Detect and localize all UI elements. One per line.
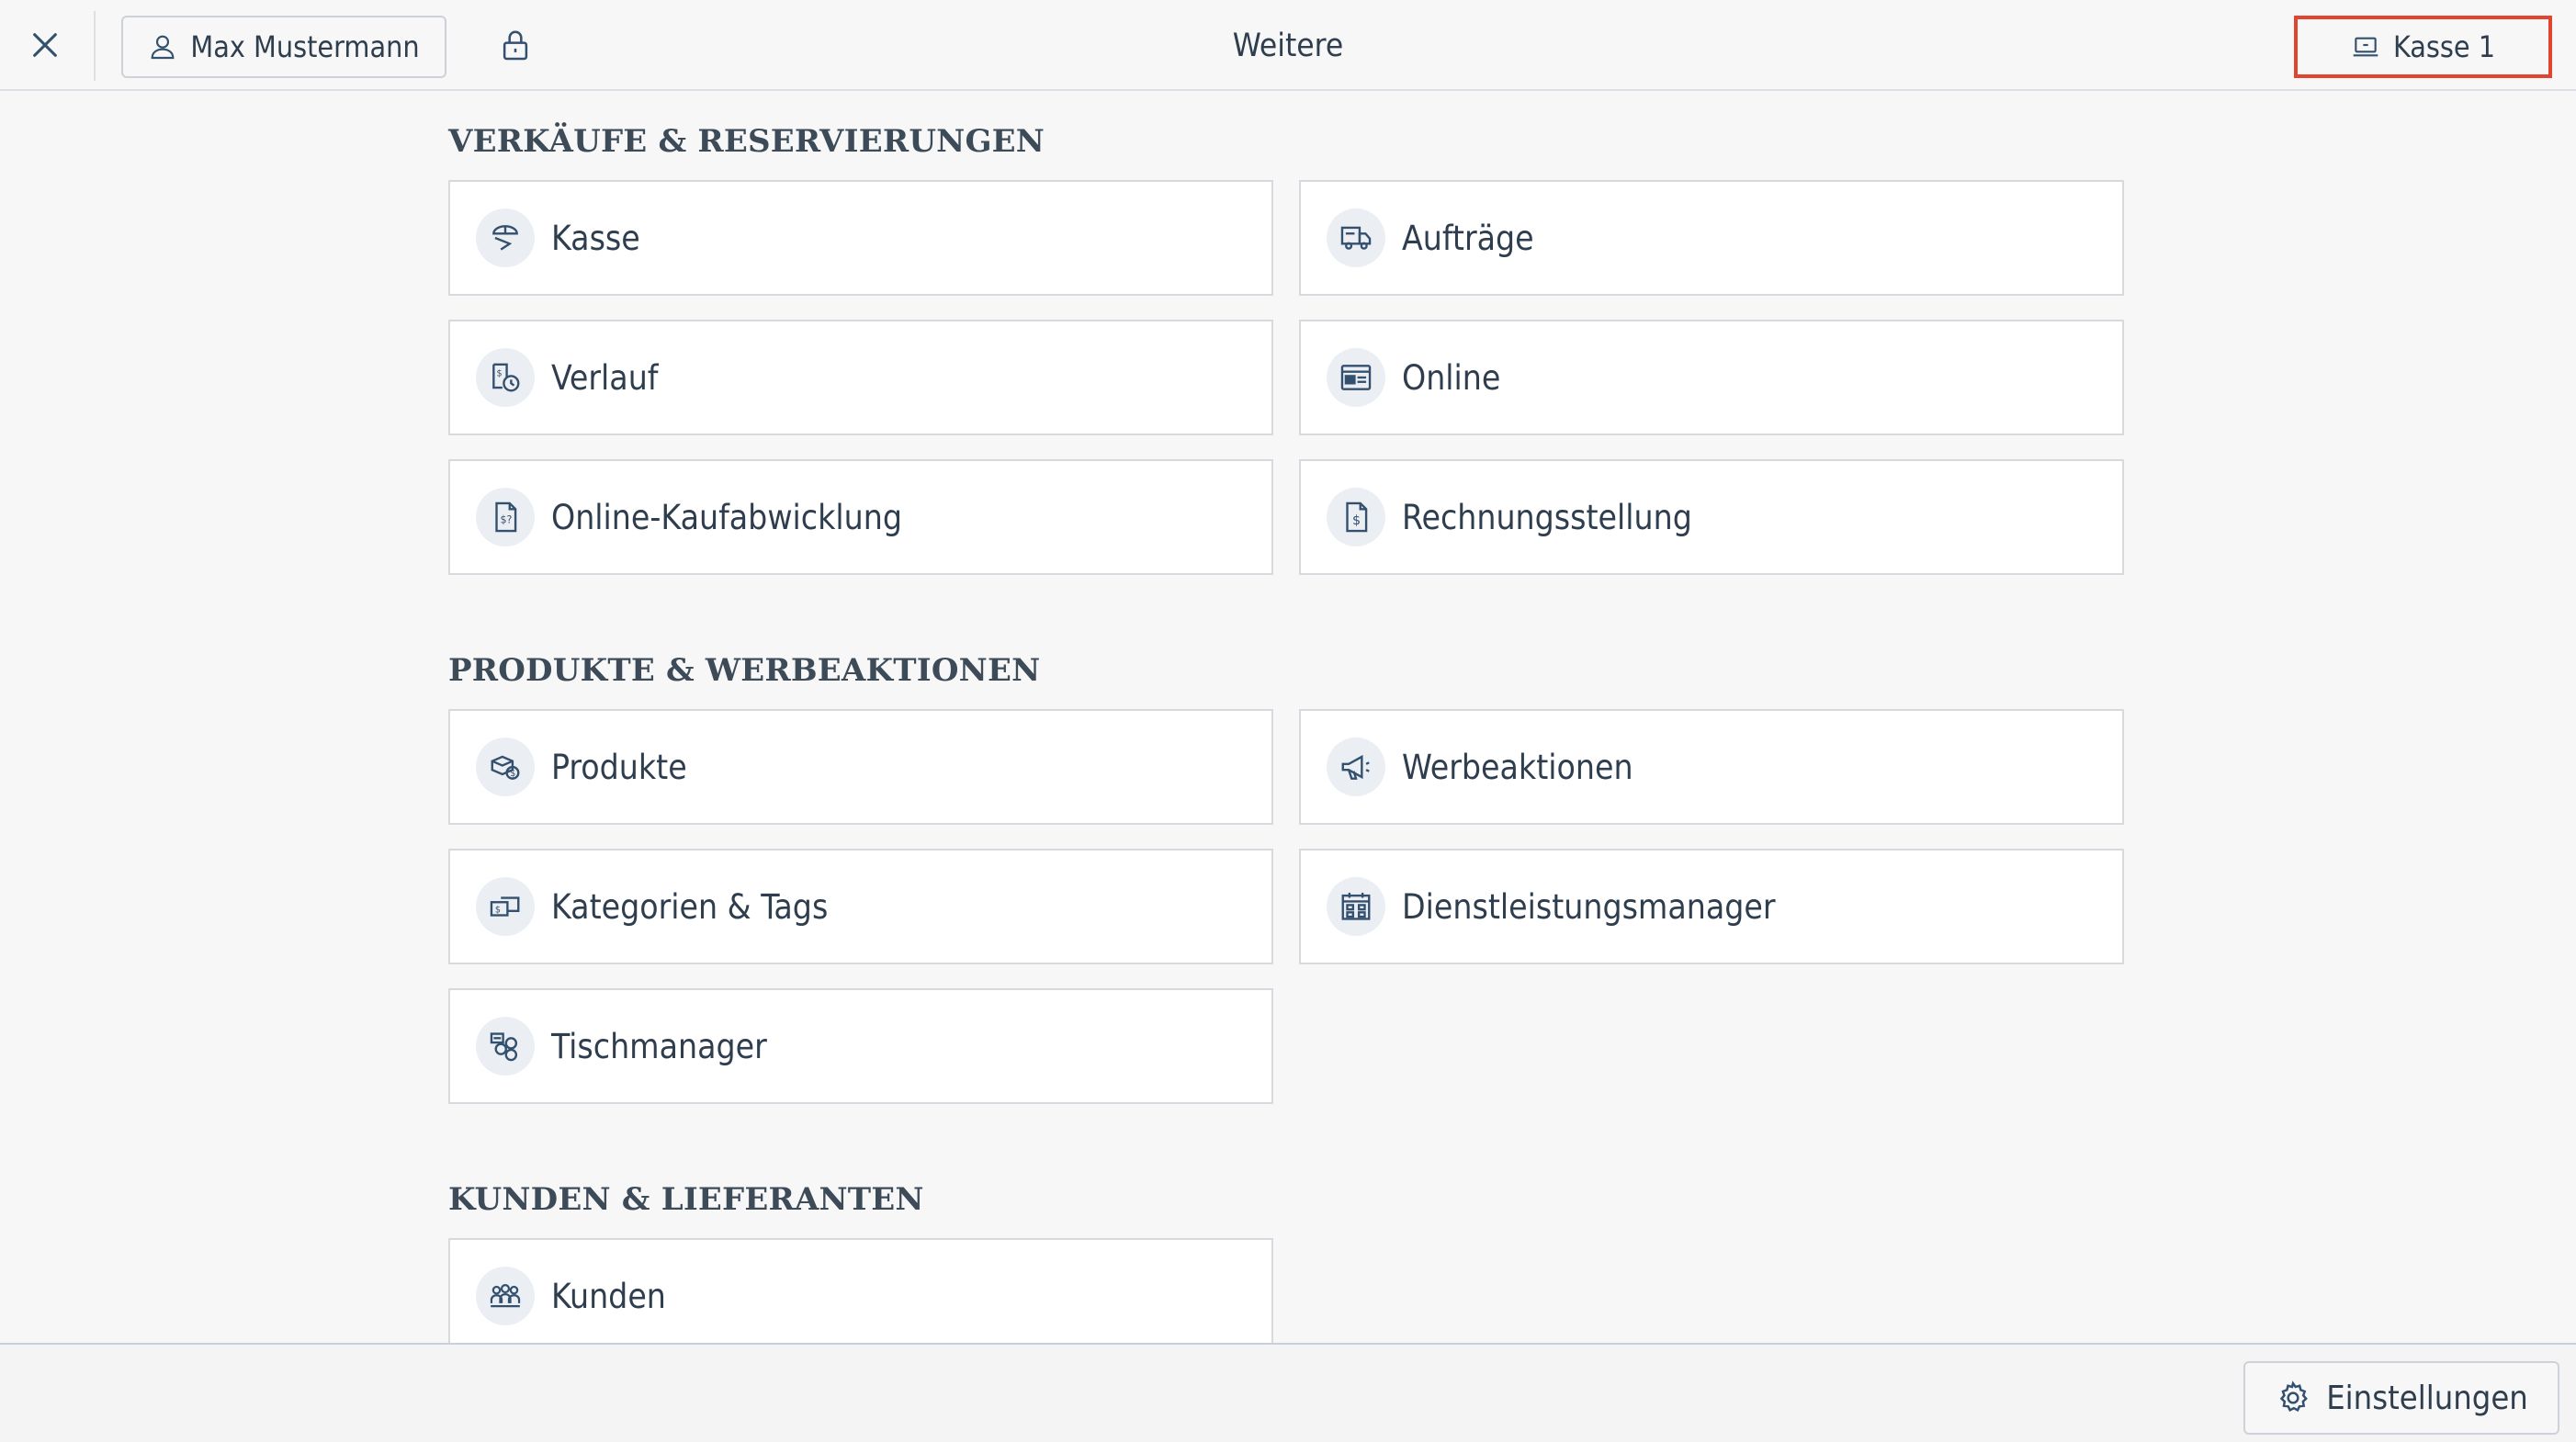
settings-button[interactable]: Einstellungen: [2243, 1361, 2559, 1435]
invoice-icon: $: [1327, 488, 1385, 546]
megaphone-icon: [1327, 738, 1385, 796]
tile-online[interactable]: Online: [1299, 320, 2124, 435]
product-box-icon: $: [476, 738, 535, 796]
tile-auftraege[interactable]: Aufträge: [1299, 180, 2124, 296]
user-button[interactable]: Max Mustermann: [121, 16, 446, 78]
tile-label: Rechnungsstellung: [1402, 497, 1692, 537]
header-divider: [94, 11, 96, 81]
tile-kategorien-tags[interactable]: $ Kategorien & Tags: [448, 849, 1273, 964]
tile-label: Kasse: [551, 218, 640, 258]
tile-label: Tischmanager: [551, 1026, 767, 1066]
gear-icon: [2279, 1380, 2309, 1413]
tile-label: Kunden: [551, 1276, 666, 1316]
section-title-sales: VERKÄUFE & RESERVIERUNGEN: [448, 123, 1045, 160]
section-title-products: PRODUKTE & WERBEAKTIONEN: [448, 652, 1041, 689]
bottom-bar: Einstellungen: [0, 1343, 2576, 1442]
tile-label: Dienstleistungsmanager: [1402, 886, 1776, 927]
category-tag-icon: $: [476, 877, 535, 936]
cashier-icon: [476, 208, 535, 267]
settings-label: Einstellungen: [2326, 1379, 2528, 1417]
tile-kasse[interactable]: Kasse: [448, 180, 1273, 296]
table-seating-icon: [476, 1017, 535, 1076]
user-icon: [151, 35, 175, 60]
tile-werbeaktionen[interactable]: Werbeaktionen: [1299, 709, 2124, 825]
tile-online-kaufabwicklung[interactable]: $? Online-Kaufabwicklung: [448, 459, 1273, 575]
browser-card-icon: [1327, 348, 1385, 407]
tile-label: Online-Kaufabwicklung: [551, 497, 902, 537]
svg-text:$: $: [1352, 513, 1361, 528]
delivery-truck-icon: [1327, 208, 1385, 267]
register-selector-button[interactable]: Kasse 1: [2294, 16, 2552, 78]
register-laptop-icon: [2353, 37, 2378, 57]
tile-verlauf[interactable]: $ Verlauf: [448, 320, 1273, 435]
svg-text:$?: $?: [500, 513, 512, 525]
tile-label: Kategorien & Tags: [551, 886, 829, 927]
close-button[interactable]: [20, 20, 70, 70]
tile-label: Aufträge: [1402, 218, 1534, 258]
tile-tischmanager[interactable]: Tischmanager: [448, 988, 1273, 1104]
tile-produkte[interactable]: $ Produkte: [448, 709, 1273, 825]
customers-group-icon: [476, 1267, 535, 1325]
lock-button[interactable]: [491, 20, 540, 70]
svg-text:$: $: [510, 769, 515, 779]
document-dollar-icon: $?: [476, 488, 535, 546]
tile-label: Werbeaktionen: [1402, 747, 1633, 787]
top-bar: Max Mustermann Weitere Kasse 1: [0, 0, 2576, 91]
tile-kunden[interactable]: Kunden: [448, 1238, 1273, 1354]
tile-label: Produkte: [551, 747, 687, 787]
tile-dienstleistungsmanager[interactable]: Dienstleistungsmanager: [1299, 849, 2124, 964]
lock-icon: [503, 30, 528, 61]
receipt-clock-icon: $: [476, 348, 535, 407]
calendar-grid-icon: [1327, 877, 1385, 936]
register-label: Kasse 1: [2392, 29, 2496, 64]
tile-label: Verlauf: [551, 357, 659, 398]
section-title-customers: KUNDEN & LIEFERANTEN: [448, 1181, 924, 1218]
tile-rechnungsstellung[interactable]: $ Rechnungsstellung: [1299, 459, 2124, 575]
user-name: Max Mustermann: [190, 29, 420, 64]
svg-text:$: $: [497, 368, 503, 378]
svg-text:$: $: [495, 905, 501, 915]
tile-label: Online: [1402, 357, 1501, 398]
close-icon: [33, 33, 57, 57]
